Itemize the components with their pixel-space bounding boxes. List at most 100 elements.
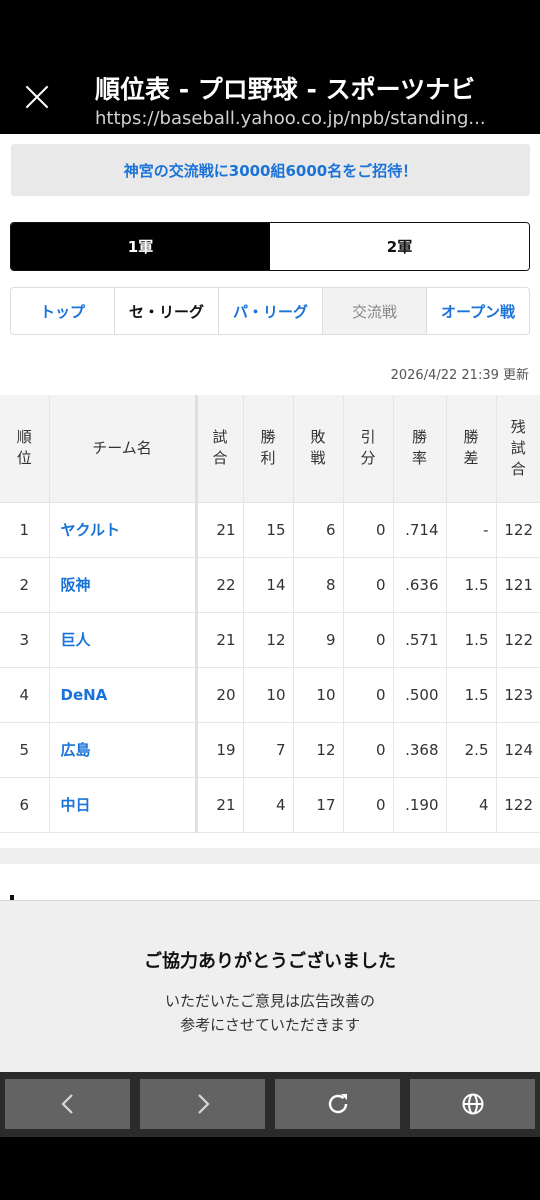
rank-cell: 6 bbox=[0, 777, 50, 833]
draws-cell: 0 bbox=[343, 612, 394, 668]
header-team: チーム名 bbox=[49, 395, 198, 503]
remaining-cell: 122 bbox=[496, 777, 540, 833]
team-link[interactable]: 阪神 bbox=[49, 557, 198, 613]
losses-cell: 6 bbox=[293, 502, 344, 558]
tab-open-games[interactable]: オープン戦 bbox=[427, 288, 529, 334]
games-behind-cell: 1.5 bbox=[446, 557, 497, 613]
losses-cell: 8 bbox=[293, 557, 344, 613]
team-link[interactable]: DeNA bbox=[49, 667, 198, 723]
header-games: 試合 bbox=[196, 395, 244, 503]
wins-cell: 12 bbox=[243, 612, 294, 668]
forward-button[interactable] bbox=[140, 1079, 265, 1129]
chevron-right-icon bbox=[197, 1094, 210, 1114]
feedback-line-1: いただいたご意見は広告改善の bbox=[164, 992, 375, 1010]
games-cell: 21 bbox=[196, 777, 244, 833]
ad-feedback-panel: ご協力ありがとうございました いただいたご意見は広告改善の 参考にさせていただき… bbox=[0, 900, 540, 1072]
back-button[interactable] bbox=[5, 1079, 130, 1129]
draws-cell: 0 bbox=[343, 777, 394, 833]
rank-cell: 1 bbox=[0, 502, 50, 558]
pct-cell: .500 bbox=[393, 667, 447, 723]
browser-title-bar: 順位表 - プロ野球 - スポーツナビ https://baseball.yah… bbox=[0, 60, 540, 134]
wins-cell: 4 bbox=[243, 777, 294, 833]
promo-banner-text: 神宮の交流戦に3000組6000名をご招待！ bbox=[123, 161, 418, 180]
status-bar bbox=[0, 0, 540, 60]
tab-top[interactable]: トップ bbox=[11, 288, 115, 334]
header-pct: 勝率 bbox=[393, 395, 447, 503]
team-link[interactable]: 広島 bbox=[49, 722, 198, 778]
table-row: 2 阪神 22 14 8 0 .636 1.5 121 bbox=[0, 557, 540, 613]
table-row: 1 ヤクルト 21 15 6 0 .714 - 122 bbox=[0, 502, 540, 558]
games-cell: 22 bbox=[196, 557, 244, 613]
tab-second-squad[interactable]: 2軍 bbox=[270, 223, 529, 270]
header-losses: 敗戦 bbox=[293, 395, 344, 503]
page-url: https://baseball.yahoo.co.jp/npb/standin… bbox=[95, 108, 486, 129]
team-link[interactable]: ヤクルト bbox=[49, 502, 198, 558]
standings-table: 順位 チーム名 試合 勝利 敗戦 引分 勝率 勝差 残試合 1 ヤクルト 21 … bbox=[0, 395, 540, 833]
tab-pacific-league[interactable]: パ・リーグ bbox=[219, 288, 323, 334]
team-link[interactable]: 巨人 bbox=[49, 612, 198, 668]
games-behind-cell: 4 bbox=[446, 777, 497, 833]
browser-nav-bar bbox=[0, 1072, 540, 1137]
pct-cell: .636 bbox=[393, 557, 447, 613]
globe-icon bbox=[462, 1093, 483, 1115]
table-row: 6 中日 21 4 17 0 .190 4 122 bbox=[0, 777, 540, 833]
wins-cell: 14 bbox=[243, 557, 294, 613]
reload-icon bbox=[328, 1094, 347, 1114]
games-behind-cell: - bbox=[446, 502, 497, 558]
page-title: 順位表 - プロ野球 - スポーツナビ bbox=[95, 75, 476, 104]
games-behind-cell: 1.5 bbox=[446, 612, 497, 668]
table-row: 5 広島 19 7 12 0 .368 2.5 124 bbox=[0, 722, 540, 778]
pct-cell: .368 bbox=[393, 722, 447, 778]
games-cell: 21 bbox=[196, 612, 244, 668]
wins-cell: 15 bbox=[243, 502, 294, 558]
tab-central-league[interactable]: セ・リーグ bbox=[115, 288, 219, 334]
rank-cell: 3 bbox=[0, 612, 50, 668]
draws-cell: 0 bbox=[343, 722, 394, 778]
games-behind-cell: 1.5 bbox=[446, 667, 497, 723]
league-tabs: トップ セ・リーグ パ・リーグ 交流戦 オープン戦 bbox=[10, 287, 530, 335]
draws-cell: 0 bbox=[343, 667, 394, 723]
games-cell: 21 bbox=[196, 502, 244, 558]
header-games-behind: 勝差 bbox=[446, 395, 497, 503]
section-divider bbox=[0, 848, 540, 864]
remaining-cell: 121 bbox=[496, 557, 540, 613]
remaining-cell: 124 bbox=[496, 722, 540, 778]
remaining-cell: 122 bbox=[496, 612, 540, 668]
losses-cell: 17 bbox=[293, 777, 344, 833]
header-draws: 引分 bbox=[343, 395, 394, 503]
chevron-left-icon bbox=[60, 1094, 73, 1114]
promo-banner[interactable]: 神宮の交流戦に3000組6000名をご招待！ bbox=[11, 144, 530, 196]
updated-timestamp: 2026/4/22 21:39 更新 bbox=[390, 368, 529, 383]
wins-cell: 7 bbox=[243, 722, 294, 778]
wins-cell: 10 bbox=[243, 667, 294, 723]
feedback-title: ご協力ありがとうございました bbox=[144, 951, 396, 972]
remaining-cell: 123 bbox=[496, 667, 540, 723]
team-link[interactable]: 中日 bbox=[49, 777, 198, 833]
table-row: 4 DeNA 20 10 10 0 .500 1.5 123 bbox=[0, 667, 540, 723]
pct-cell: .714 bbox=[393, 502, 447, 558]
losses-cell: 12 bbox=[293, 722, 344, 778]
pct-cell: .571 bbox=[393, 612, 447, 668]
rank-cell: 2 bbox=[0, 557, 50, 613]
pct-cell: .190 bbox=[393, 777, 447, 833]
games-cell: 20 bbox=[196, 667, 244, 723]
remaining-cell: 122 bbox=[496, 502, 540, 558]
reload-button[interactable] bbox=[275, 1079, 400, 1129]
table-header-row: 順位 チーム名 試合 勝利 敗戦 引分 勝率 勝差 残試合 bbox=[0, 395, 540, 503]
feedback-message: いただいたご意見は広告改善の 参考にさせていただきます bbox=[0, 989, 540, 1037]
system-navigation-bar bbox=[0, 1137, 540, 1200]
games-cell: 19 bbox=[196, 722, 244, 778]
losses-cell: 9 bbox=[293, 612, 344, 668]
games-behind-cell: 2.5 bbox=[446, 722, 497, 778]
table-row: 3 巨人 21 12 9 0 .571 1.5 122 bbox=[0, 612, 540, 668]
header-rank: 順位 bbox=[0, 395, 50, 503]
header-remaining: 残試合 bbox=[496, 395, 540, 503]
losses-cell: 10 bbox=[293, 667, 344, 723]
close-icon[interactable] bbox=[20, 80, 54, 114]
squad-toggle: 1軍 2軍 bbox=[10, 222, 530, 271]
globe-button[interactable] bbox=[410, 1079, 535, 1129]
rank-cell: 5 bbox=[0, 722, 50, 778]
tab-first-squad[interactable]: 1軍 bbox=[11, 223, 270, 270]
rank-cell: 4 bbox=[0, 667, 50, 723]
tab-interleague: 交流戦 bbox=[323, 288, 427, 334]
